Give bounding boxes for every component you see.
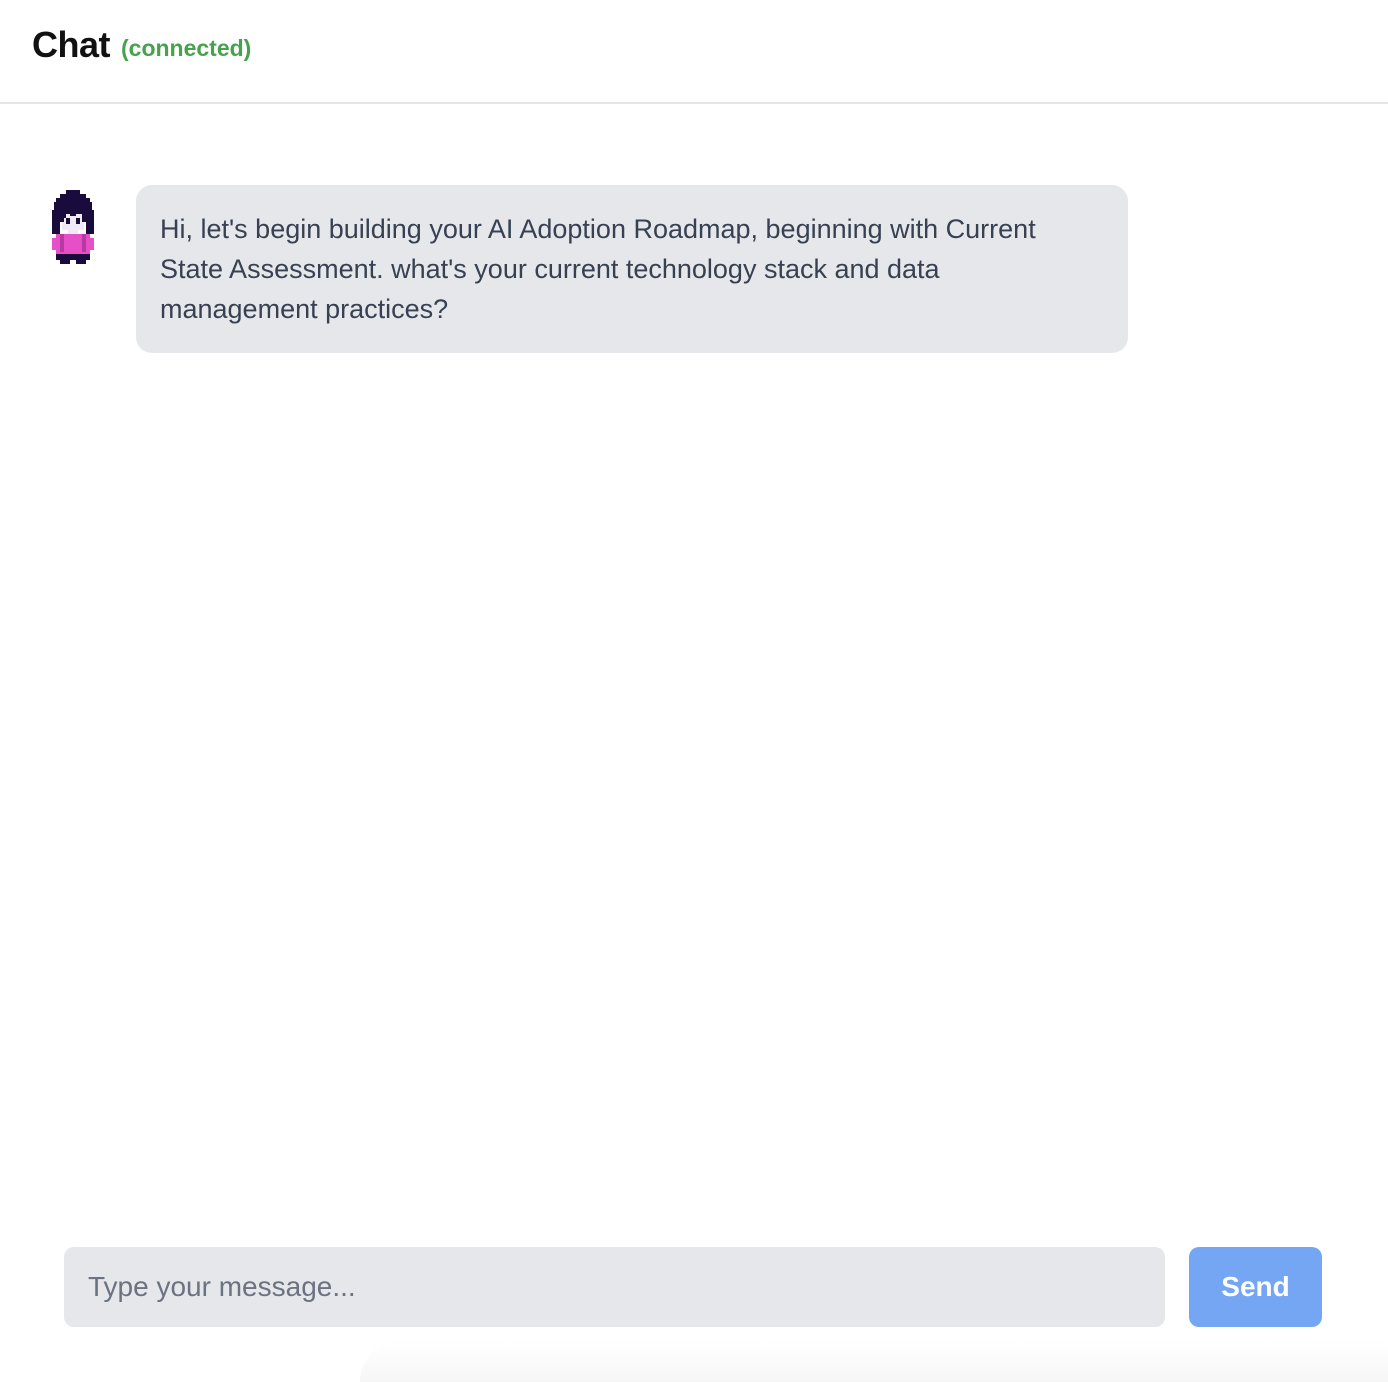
message-input[interactable] — [64, 1247, 1165, 1327]
page-title: Chat — [32, 24, 111, 65]
chat-header: Chat (connected) — [0, 0, 1388, 104]
connection-status: (connected) — [121, 35, 252, 61]
window-shadow — [360, 1340, 1388, 1382]
pixel-character-avatar-icon — [44, 190, 102, 266]
send-button[interactable]: Send — [1189, 1247, 1322, 1327]
chat-app: Chat (connected) Hi, let's begin buildin… — [0, 0, 1388, 1382]
assistant-message-bubble: Hi, let's begin building your AI Adoptio… — [136, 185, 1128, 353]
message-composer: Send — [64, 1247, 1322, 1327]
